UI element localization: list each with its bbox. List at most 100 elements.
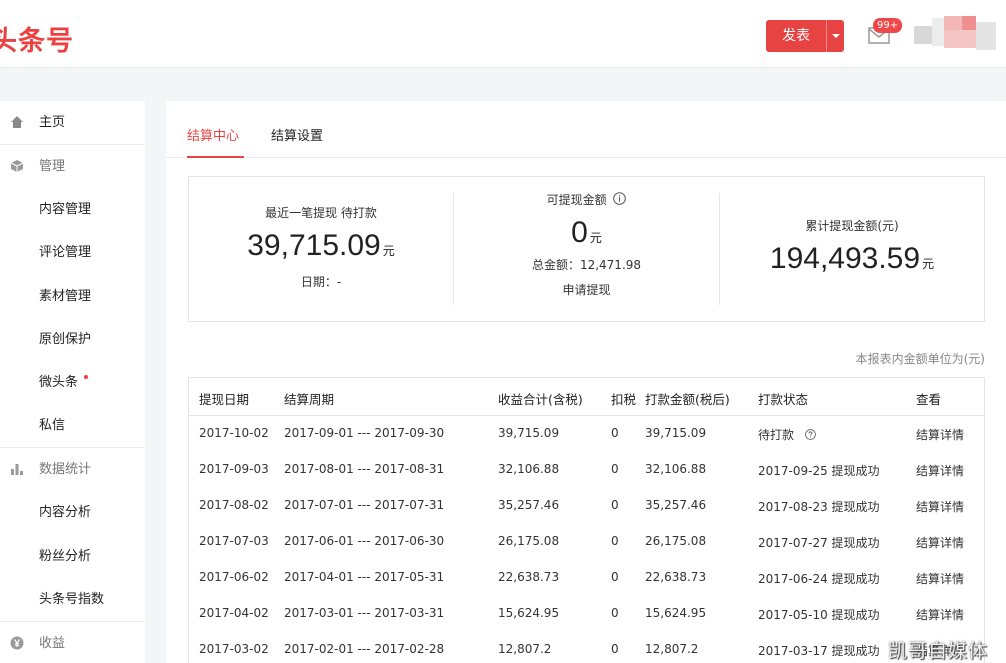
table-row: 2017-10-02 2017-09-01 --- 2017-09-30 39,71… — [189, 416, 984, 452]
sidebar-item-label: 粉丝分析 — [39, 549, 92, 564]
mail-badge: 99+ — [873, 18, 903, 33]
settlement-detail-link[interactable]: 结算详情 — [916, 534, 964, 551]
sidebar-item-fans-analysis[interactable]: 粉丝分析 — [0, 535, 145, 578]
cell-withdraw-date: 2017-04-02 — [199, 606, 269, 620]
settlement-detail-link[interactable]: 结算详情 — [916, 570, 964, 587]
table-row: 2017-04-02 2017-03-01 --- 2017-03-31 15,62… — [189, 596, 984, 632]
cell-status: 2017-07-27 提现成功 — [758, 536, 880, 550]
header-gross: 收益合计(含税) — [498, 392, 583, 407]
sidebar-item-content-manage[interactable]: 内容管理 — [0, 188, 145, 231]
cell-withdraw-date: 2017-03-02 — [199, 642, 269, 656]
sidebar-item-home[interactable]: 主页 — [0, 101, 145, 144]
sidebar-item-label: 内容管理 — [39, 202, 92, 217]
header-withdraw-date: 提现日期 — [199, 392, 250, 407]
cell-gross: 12,807.2 — [498, 642, 552, 656]
last-withdraw-caption: 最近一笔提现 待打款 — [265, 206, 377, 220]
settlement-table: 提现日期 结算周期 收益合计(含税) 扣税 打款金额(税后) 打款状态 查看 2… — [188, 377, 985, 663]
cell-period: 2017-08-01 --- 2017-08-31 — [284, 462, 445, 476]
tab-settlement-settings[interactable]: 结算设置 — [271, 125, 323, 144]
cell-tax: 0 — [611, 426, 619, 440]
cell-net: 32,106.88 — [645, 462, 707, 476]
available-caption-row: 可提现金额 — [454, 191, 719, 208]
sidebar-item-original-protect[interactable]: 原创保护 — [0, 318, 145, 361]
main-panel: 结算中心 结算设置 最近一笔提现 待打款 39,715.09 元 日期：- 可提现… — [166, 101, 1006, 663]
table-row: 2017-08-02 2017-07-01 --- 2017-07-31 35,25… — [189, 488, 984, 524]
sidebar-item-micro-toutiao[interactable]: 微头条 — [0, 361, 145, 404]
cell-withdraw-date: 2017-08-02 — [199, 498, 269, 512]
sidebar-group-statistics[interactable]: 数据统计 — [0, 448, 145, 491]
sidebar-group-manage[interactable]: 管理 — [0, 145, 145, 188]
info-icon[interactable] — [613, 192, 627, 205]
cell-net: 26,175.08 — [645, 534, 707, 548]
sidebar-item-label: 头条号指数 — [39, 592, 105, 607]
publish-dropdown-toggle[interactable] — [826, 20, 844, 52]
cell-withdraw-date: 2017-09-03 — [199, 462, 269, 476]
total-amount: 总金额：12,471.98 — [531, 258, 642, 272]
yen-icon — [10, 636, 24, 650]
cell-withdraw-date: 2017-06-02 — [199, 570, 269, 584]
sidebar-item-material-manage[interactable]: 素材管理 — [0, 275, 145, 318]
top-bar: 头条号 发表 99+ — [0, 0, 1006, 68]
cell-period: 2017-07-01 --- 2017-07-31 — [284, 498, 445, 512]
available-block: 可提现金额 0元 总金额：12,471.98 申请提现 — [454, 177, 719, 323]
unit-note: 本报表内金额单位为(元) — [855, 352, 985, 366]
table-row: 2017-07-03 2017-06-01 --- 2017-06-30 26,17… — [189, 524, 984, 560]
cell-withdraw-date: 2017-10-02 — [199, 426, 269, 440]
unit-label: 元 — [922, 257, 935, 271]
unit-label: 元 — [382, 244, 395, 258]
cell-net: 22,638.73 — [645, 570, 707, 584]
available-caption: 可提现金额 — [546, 193, 607, 207]
settlement-detail-link[interactable]: 结算详情 — [916, 498, 964, 515]
cumulative-caption: 累计提现金额(元) — [805, 219, 899, 233]
cell-gross: 35,257.46 — [498, 498, 560, 512]
settlement-detail-link[interactable]: 结算详情 — [916, 426, 964, 443]
available-amount-row: 0元 — [454, 216, 719, 250]
cell-tax: 0 — [611, 534, 619, 548]
apply-withdraw-link[interactable]: 申请提现 — [454, 281, 719, 298]
sidebar-group-income[interactable]: 收益 — [0, 622, 145, 663]
cell-status: 待打款 — [758, 428, 795, 442]
cell-withdraw-date: 2017-07-03 — [199, 534, 269, 548]
table-header: 提现日期 结算周期 收益合计(含税) 扣税 打款金额(税后) 打款状态 查看 — [189, 378, 984, 416]
sidebar-item-label: 收益 — [39, 636, 66, 651]
tab-settlement-center[interactable]: 结算中心 — [187, 125, 239, 144]
table-row: 2017-03-02 2017-02-01 --- 2017-02-28 12,80… — [189, 632, 984, 663]
cell-status: 2017-09-25 提现成功 — [758, 464, 880, 478]
cell-gross: 22,638.73 — [498, 570, 560, 584]
sidebar-item-label: 原创保护 — [39, 332, 92, 347]
table-row: 2017-06-02 2017-04-01 --- 2017-05-31 22,63… — [189, 560, 984, 596]
header-period: 结算周期 — [284, 392, 335, 407]
help-icon[interactable] — [805, 429, 816, 440]
tabs-divider — [166, 157, 1006, 158]
home-icon — [11, 116, 23, 128]
cumulative-block: 累计提现金额(元) 194,493.59 元 — [720, 177, 984, 323]
sidebar-item-account-index[interactable]: 头条号指数 — [0, 578, 145, 621]
sidebar-item-private-message[interactable]: 私信 — [0, 404, 145, 447]
cumulative-amount-row: 194,493.59 元 — [720, 242, 984, 276]
header-status: 打款状态 — [758, 392, 809, 407]
sidebar-item-label: 素材管理 — [39, 289, 92, 304]
publish-label: 发表 — [782, 28, 810, 44]
watermark: 凯哥自媒体 — [888, 640, 989, 662]
cube-icon — [10, 160, 24, 172]
active-tab-indicator — [187, 156, 244, 158]
cell-status: 2017-08-23 提现成功 — [758, 500, 880, 514]
available-amount: 0 — [571, 216, 588, 249]
publish-button[interactable]: 发表 — [766, 20, 844, 52]
sidebar-item-label: 微头条 — [39, 375, 79, 390]
sidebar-item-label: 主页 — [39, 115, 66, 130]
caret-down-icon — [832, 34, 840, 38]
settlement-detail-link[interactable]: 结算详情 — [916, 606, 964, 623]
sidebar-item-comment-manage[interactable]: 评论管理 — [0, 231, 145, 274]
cell-tax: 0 — [611, 570, 619, 584]
last-withdraw-block: 最近一笔提现 待打款 39,715.09 元 日期：- — [189, 177, 453, 323]
cell-net: 35,257.46 — [645, 498, 707, 512]
avatar[interactable] — [914, 16, 1006, 56]
last-withdraw-amount-row: 39,715.09 元 — [189, 229, 453, 263]
cell-gross: 32,106.88 — [498, 462, 560, 476]
settlement-detail-link[interactable]: 结算详情 — [916, 462, 964, 479]
logo[interactable]: 头条号 — [0, 19, 74, 58]
sidebar-item-content-analysis[interactable]: 内容分析 — [0, 491, 145, 534]
cell-tax: 0 — [611, 462, 619, 476]
bar-chart-icon — [11, 464, 23, 475]
